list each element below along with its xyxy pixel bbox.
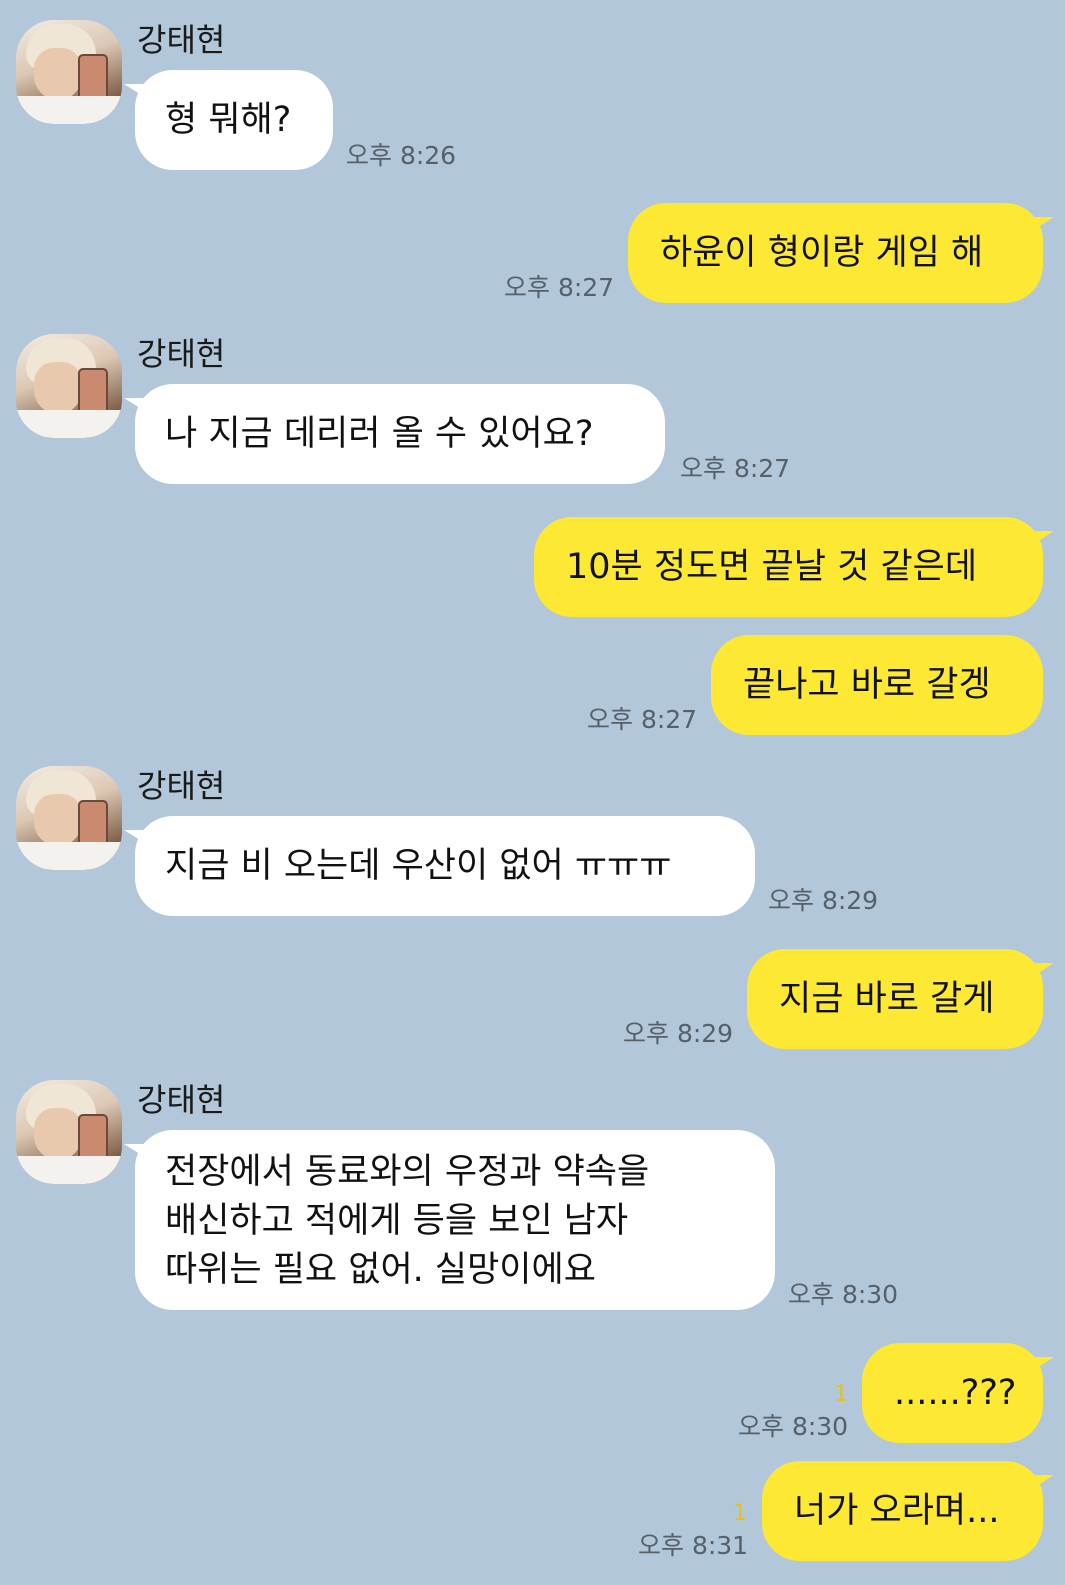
sender-avatar[interactable] <box>16 334 122 438</box>
message-time: 오후 8:27 <box>504 273 615 302</box>
message-bubble-outgoing[interactable]: 지금 바로 갈게 <box>747 949 1054 1049</box>
message-text-line: 배신하고 적에게 등을 보인 남자 <box>165 1201 629 1241</box>
message-bubble-incoming[interactable]: 나 지금 데리러 올 수 있어요? <box>124 384 665 484</box>
message-bubble-outgoing[interactable]: ......??? <box>862 1343 1054 1443</box>
sender-name: 강태현 <box>137 767 226 805</box>
message-time: 오후 8:30 <box>738 1412 849 1441</box>
message-time: 오후 8:29 <box>768 886 879 915</box>
message-bubble-outgoing[interactable]: 하윤이 형이랑 게임 해 <box>628 203 1054 303</box>
unread-count: 1 <box>733 1501 747 1526</box>
message-bubble-outgoing[interactable]: 너가 오라며... <box>762 1461 1054 1561</box>
message-bubble-incoming[interactable]: 형 뭐해? <box>124 70 333 170</box>
message-text: 지금 바로 갈게 <box>779 979 995 1019</box>
message-text-line: 따위는 필요 없어. 실망이에요 <box>165 1250 596 1290</box>
message-text: 끝나고 바로 갈겡 <box>743 665 991 705</box>
message-bubble-incoming[interactable]: 전장에서 동료와의 우정과 약속을 배신하고 적에게 등을 보인 남자 따위는 … <box>124 1130 775 1310</box>
sender-avatar[interactable] <box>16 1080 122 1184</box>
message-text: ......??? <box>894 1373 1017 1413</box>
message-time: 오후 8:29 <box>623 1019 734 1048</box>
message-text: 지금 비 오는데 우산이 없어 ㅠㅠㅠ <box>165 846 672 886</box>
message-bubble-incoming[interactable]: 지금 비 오는데 우산이 없어 ㅠㅠㅠ <box>124 816 755 916</box>
message-time: 오후 8:27 <box>587 705 698 734</box>
message-time: 오후 8:27 <box>680 454 791 483</box>
message-bubble-outgoing[interactable]: 10분 정도면 끝날 것 같은데 <box>534 517 1054 617</box>
sender-avatar[interactable] <box>16 20 122 124</box>
message-bubble-outgoing[interactable]: 끝나고 바로 갈겡 <box>711 635 1043 735</box>
sender-name: 강태현 <box>137 335 226 373</box>
unread-count: 1 <box>834 1382 848 1407</box>
message-text-line: 전장에서 동료와의 우정과 약속을 <box>165 1152 650 1192</box>
sender-name: 강태현 <box>137 1081 226 1119</box>
message-text: 너가 오라며... <box>794 1491 1000 1531</box>
message-text: 10분 정도면 끝날 것 같은데 <box>566 547 978 587</box>
sender-name: 강태현 <box>137 21 226 59</box>
message-text: 나 지금 데리러 올 수 있어요? <box>165 414 594 454</box>
message-text: 형 뭐해? <box>165 100 292 140</box>
message-time: 오후 8:31 <box>638 1531 749 1560</box>
message-time: 오후 8:26 <box>346 141 457 170</box>
sender-avatar[interactable] <box>16 766 122 870</box>
message-time: 오후 8:30 <box>788 1280 899 1309</box>
message-text: 하윤이 형이랑 게임 해 <box>660 233 984 273</box>
